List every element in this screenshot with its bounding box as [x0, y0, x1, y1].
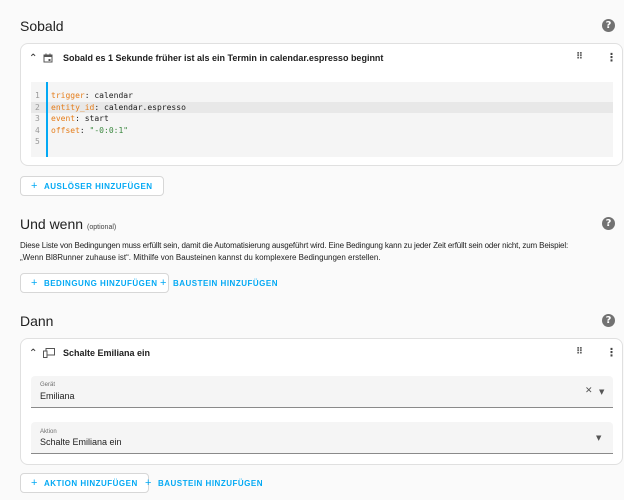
- action-card-title: Schalte Emiliana ein: [63, 348, 151, 358]
- plus-icon: +: [31, 277, 38, 289]
- plus-icon: +: [31, 477, 38, 489]
- add-trigger-button[interactable]: + AUSLÖSER HINZUFÜGEN: [20, 176, 164, 196]
- condition-help-icon[interactable]: ?: [602, 217, 615, 230]
- line-number: 2: [35, 102, 40, 112]
- yaml-key: trigger: [51, 91, 85, 101]
- plus-icon: +: [145, 477, 152, 489]
- trigger-help-icon[interactable]: ?: [602, 19, 615, 32]
- drag-handle-icon[interactable]: ⠿: [576, 52, 583, 62]
- yaml-separator: :: [94, 102, 104, 112]
- drag-handle-icon[interactable]: ⠿: [576, 347, 583, 357]
- yaml-separator: :: [75, 114, 85, 124]
- add-condition-button[interactable]: + BEDINGUNG HINZUFÜGEN: [20, 273, 169, 293]
- action-select-field[interactable]: Aktion Schalte Emiliana ein ▼: [31, 422, 613, 454]
- yaml-value: calendar: [94, 91, 133, 101]
- trigger-card-header[interactable]: ⌃ Sobald es 1 Sekunde früher ist als ein…: [21, 44, 622, 72]
- trigger-card-title: Sobald es 1 Sekunde früher ist als ein T…: [63, 53, 384, 63]
- action-field-label: Aktion: [40, 429, 57, 435]
- add-action-label: AKTION HINZUFÜGEN: [43, 478, 138, 488]
- code-line: 3 event: start: [31, 113, 613, 125]
- chevron-up-icon[interactable]: ⌃: [29, 348, 43, 359]
- line-number: 1: [35, 91, 40, 101]
- plus-icon: +: [31, 180, 38, 192]
- yaml-value: start: [84, 114, 109, 124]
- code-editor-focus-bar: [46, 82, 48, 157]
- yaml-string-value: "-0:0:1": [89, 125, 129, 135]
- yaml-value: calendar.espresso: [104, 102, 186, 112]
- device-field-label: Gerät: [40, 382, 56, 388]
- trigger-section-title: Sobald: [20, 18, 64, 34]
- condition-description-line2: „Wenn Bl8Runner zuhause ist“. Mithilfe v…: [20, 253, 381, 262]
- action-help-icon[interactable]: ?: [602, 314, 615, 327]
- dropdown-arrow-icon[interactable]: ▼: [596, 434, 601, 442]
- line-number: 3: [35, 114, 40, 124]
- add-condition-block-button[interactable]: + BAUSTEIN HINZUFÜGEN: [160, 273, 278, 293]
- optional-label: (optional): [87, 224, 117, 231]
- code-line: 5: [31, 136, 613, 148]
- code-line: 1 trigger: calendar: [31, 90, 613, 102]
- action-field-value: Schalte Emiliana ein: [40, 437, 122, 447]
- yaml-key: entity_id: [51, 102, 95, 112]
- device-field-value: Emiliana: [40, 391, 75, 401]
- yaml-key: offset: [51, 125, 80, 135]
- add-action-block-label: BAUSTEIN HINZUFÜGEN: [157, 478, 263, 488]
- more-options-icon[interactable]: ⋮: [606, 52, 617, 63]
- condition-description: Diese Liste von Bedingungen muss erfüllt…: [20, 240, 620, 264]
- yaml-separator: :: [79, 125, 90, 135]
- dropdown-arrow-icon[interactable]: ▼: [599, 388, 604, 396]
- condition-section-title: Und wenn: [20, 216, 84, 232]
- more-options-icon[interactable]: ⋮: [606, 347, 617, 358]
- add-action-button[interactable]: + AKTION HINZUFÜGEN: [20, 473, 149, 493]
- code-line-active: 2 entity_id: calendar.espresso: [31, 101, 613, 113]
- line-number: 4: [35, 125, 40, 135]
- line-number: 5: [35, 137, 40, 147]
- action-section-title: Dann: [20, 313, 54, 329]
- action-card-header[interactable]: ⌃ Schalte Emiliana ein ⠿ ⋮: [21, 339, 622, 367]
- yaml-key: event: [51, 114, 76, 124]
- yaml-code-editor[interactable]: 1 trigger: calendar 2 entity_id: calenda…: [31, 82, 613, 157]
- calendar-icon: [43, 53, 63, 63]
- action-card: ⌃ Schalte Emiliana ein ⠿ ⋮ Gerät Emilian…: [20, 338, 623, 465]
- add-condition-label: BEDINGUNG HINZUFÜGEN: [43, 278, 158, 288]
- condition-section-header: Und wenn (optional): [20, 216, 116, 232]
- add-trigger-label: AUSLÖSER HINZUFÜGEN: [43, 181, 153, 191]
- add-condition-block-label: BAUSTEIN HINZUFÜGEN: [172, 278, 278, 288]
- code-line: 4 offset: "-0:0:1": [31, 125, 613, 137]
- plus-icon: +: [160, 277, 167, 289]
- condition-description-line1: Diese Liste von Bedingungen muss erfüllt…: [20, 241, 569, 250]
- chevron-up-icon[interactable]: ⌃: [29, 53, 43, 64]
- trigger-card: ⌃ Sobald es 1 Sekunde früher ist als ein…: [20, 43, 623, 166]
- clear-icon[interactable]: ✕: [585, 386, 593, 396]
- device-select-field[interactable]: Gerät Emiliana ✕ ▼: [31, 376, 613, 408]
- add-action-block-button[interactable]: + BAUSTEIN HINZUFÜGEN: [145, 473, 263, 493]
- yaml-separator: :: [84, 91, 95, 101]
- device-icon: [43, 348, 63, 358]
